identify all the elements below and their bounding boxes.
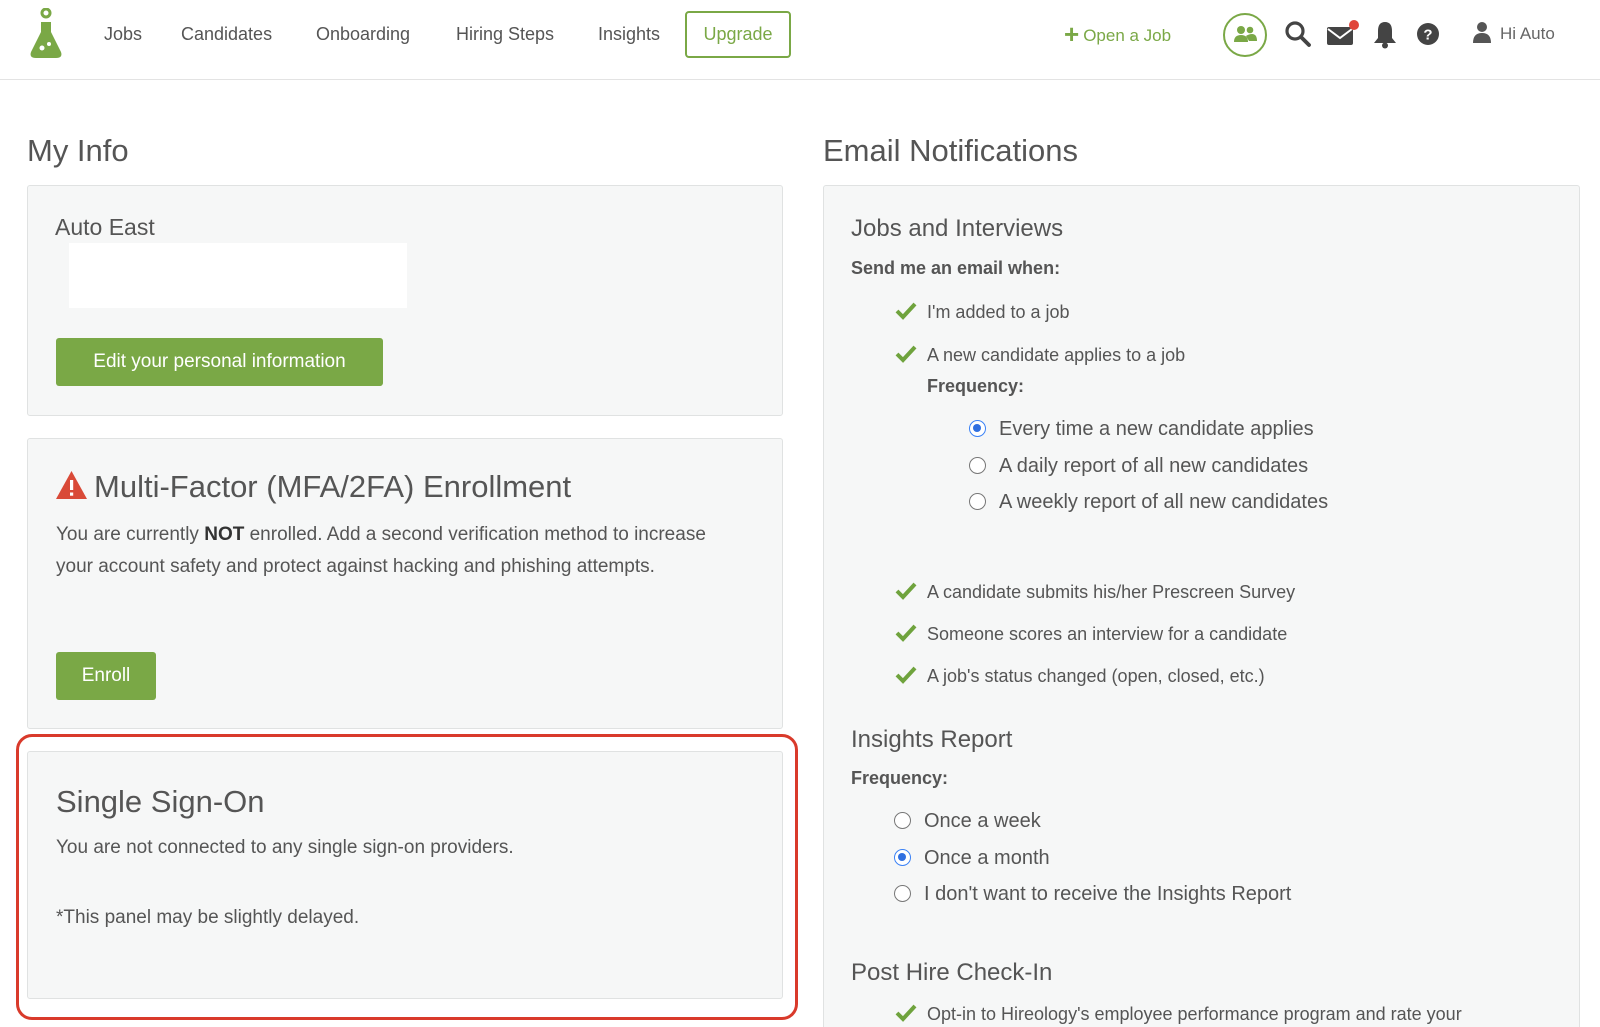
- team-switcher-button[interactable]: [1223, 13, 1267, 57]
- radio-daily-report[interactable]: A daily report of all new candidates: [969, 453, 1309, 479]
- jobs-interviews-title: Jobs and Interviews: [851, 215, 1064, 242]
- radio-label: Once a month: [924, 847, 1050, 869]
- hireology-logo-icon[interactable]: [28, 8, 64, 60]
- my-info-heading: My Info: [27, 133, 129, 168]
- my-info-panel: Auto East Edit your personal information: [27, 185, 783, 416]
- edit-personal-info-button[interactable]: Edit your personal information: [56, 338, 383, 386]
- checkmark-icon: [895, 666, 917, 684]
- checkbox-label: A candidate submits his/her Prescreen Su…: [927, 582, 1296, 602]
- frequency-label: Frequency:: [927, 376, 1025, 396]
- email-notifications-panel: Jobs and Interviews Send me an email whe…: [823, 185, 1580, 1027]
- checkmark-icon: [895, 345, 917, 363]
- upgrade-button[interactable]: Upgrade: [685, 11, 791, 58]
- not-emphasis: NOT: [204, 524, 245, 545]
- nav-link-candidates[interactable]: Candidates: [181, 22, 272, 46]
- mfa-panel: Multi-Factor (MFA/2FA) Enrollment You ar…: [27, 438, 783, 729]
- checkbox-prescreen-survey[interactable]: A candidate submits his/her Prescreen Su…: [895, 580, 1296, 604]
- checkmark-icon: [895, 1004, 917, 1022]
- user-name: Auto East: [55, 214, 155, 240]
- greeting-label: Hi Auto: [1500, 24, 1555, 43]
- search-icon[interactable]: [1283, 19, 1313, 49]
- checkbox-label: Opt-in to Hireology's employee performan…: [927, 1004, 1462, 1024]
- radio-label: A daily report of all new candidates: [999, 455, 1309, 477]
- radio-unselected[interactable]: [969, 457, 986, 474]
- checkbox-label: I'm added to a job: [927, 302, 1070, 322]
- radio-unselected[interactable]: [894, 812, 911, 829]
- sso-highlight-box: [16, 734, 798, 1020]
- checkmark-icon: [895, 302, 917, 320]
- open-a-job-label: Open a Job: [1083, 26, 1172, 45]
- post-hire-title: Post Hire Check-In: [851, 959, 1053, 986]
- email-notifications-heading: Email Notifications: [823, 133, 1078, 168]
- checkmark-icon: [895, 624, 917, 642]
- nav-link-insights[interactable]: Insights: [598, 22, 660, 46]
- insights-report-title: Insights Report: [851, 726, 1013, 753]
- help-icon[interactable]: ?: [1413, 19, 1443, 49]
- nav-link-jobs[interactable]: Jobs: [104, 22, 142, 46]
- checkbox-interview-scored[interactable]: Someone scores an interview for a candid…: [895, 622, 1288, 646]
- radio-selected[interactable]: [969, 420, 986, 437]
- radio-every-time[interactable]: Every time a new candidate applies: [969, 416, 1314, 442]
- radio-label: Every time a new candidate applies: [999, 418, 1314, 440]
- checkbox-post-hire-opt-in[interactable]: Opt-in to Hireology's employee performan…: [895, 1002, 1462, 1026]
- checkmark-icon: [895, 582, 917, 600]
- plus-icon: +: [1064, 19, 1080, 49]
- radio-once-a-week[interactable]: Once a week: [894, 808, 1041, 834]
- radio-unselected[interactable]: [894, 885, 911, 902]
- insights-frequency-label: Frequency:: [851, 768, 949, 788]
- warning-icon: [56, 471, 87, 499]
- user-details-box: [69, 243, 407, 308]
- radio-selected[interactable]: [894, 849, 911, 866]
- checkbox-new-candidate-applies[interactable]: A new candidate applies to a job: [895, 343, 1186, 367]
- enroll-button[interactable]: Enroll: [56, 652, 156, 700]
- checkbox-label: Someone scores an interview for a candid…: [927, 624, 1288, 644]
- top-navigation: Jobs Candidates Onboarding Hiring Steps …: [0, 0, 1600, 80]
- radio-unselected[interactable]: [969, 493, 986, 510]
- notification-dot: [1349, 20, 1359, 30]
- radio-once-a-month[interactable]: Once a month: [894, 845, 1050, 871]
- checkbox-label: A new candidate applies to a job: [927, 345, 1186, 365]
- nav-link-onboarding[interactable]: Onboarding: [316, 22, 410, 46]
- bell-icon[interactable]: [1370, 19, 1400, 49]
- radio-label: A weekly report of all new candidates: [999, 491, 1329, 513]
- mfa-description: You are currently NOT enrolled. Add a se…: [56, 524, 706, 577]
- radio-no-insights[interactable]: I don't want to receive the Insights Rep…: [894, 881, 1292, 907]
- open-a-job-button[interactable]: + Open a Job: [1064, 20, 1171, 50]
- user-icon: [1473, 22, 1491, 43]
- user-menu[interactable]: Hi Auto: [1472, 20, 1555, 48]
- checkbox-added-to-job[interactable]: I'm added to a job: [895, 300, 1070, 324]
- radio-label: Once a week: [924, 810, 1041, 832]
- checkbox-label: A job's status changed (open, closed, et…: [927, 666, 1265, 686]
- send-email-label: Send me an email when:: [851, 258, 1061, 278]
- people-icon: [1234, 26, 1257, 42]
- nav-link-hiring-steps[interactable]: Hiring Steps: [456, 22, 554, 46]
- svg-text:?: ?: [1423, 27, 1432, 44]
- mfa-title: Multi-Factor (MFA/2FA) Enrollment: [94, 469, 572, 504]
- radio-weekly-report[interactable]: A weekly report of all new candidates: [969, 489, 1329, 515]
- checkbox-job-status-changed[interactable]: A job's status changed (open, closed, et…: [895, 664, 1265, 688]
- mail-icon[interactable]: [1325, 19, 1361, 49]
- radio-label: I don't want to receive the Insights Rep…: [924, 883, 1292, 905]
